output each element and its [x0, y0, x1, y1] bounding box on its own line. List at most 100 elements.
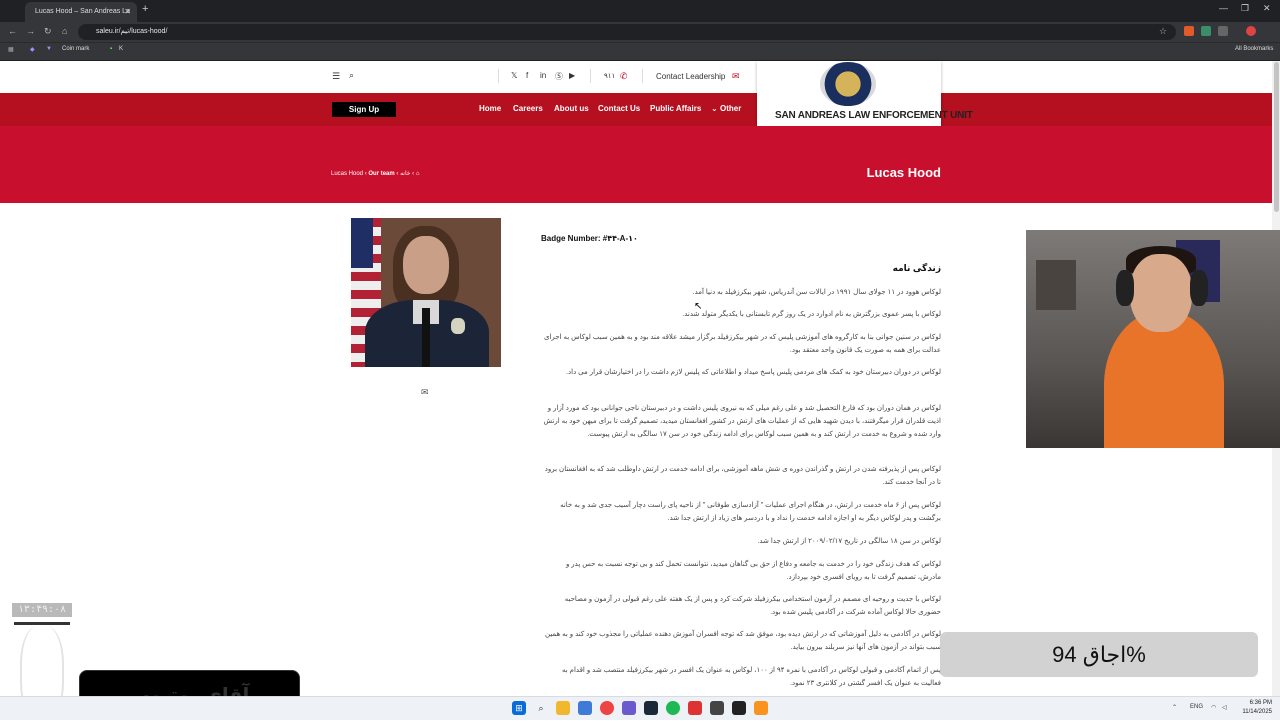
bio-paragraph: لوکاس با پسر عموی بزرگترش به نام ادوارد … — [682, 311, 941, 318]
bookmark-icon[interactable]: ◆ — [30, 46, 35, 53]
file-explorer-icon[interactable] — [556, 701, 570, 715]
home-icon[interactable]: ⌂ — [416, 171, 420, 177]
app-icon[interactable] — [688, 701, 702, 715]
spotify-icon[interactable] — [666, 701, 680, 715]
nav-contact-us[interactable]: Contact Us — [598, 104, 640, 113]
bookmark-coin-mark[interactable]: Coin mark — [62, 46, 89, 52]
linkedin-icon[interactable]: in — [540, 71, 546, 80]
maximize-button[interactable]: ❐ — [1241, 3, 1249, 14]
page-hero — [0, 126, 1272, 203]
forward-icon[interactable]: → — [26, 26, 35, 36]
bio-paragraph: لوکاس پس از ۶ ماه خدمت در ارتش، در هنگام… — [560, 502, 941, 522]
timer-overlay: ۱۳:۴۹:۰۸ — [12, 603, 72, 617]
app-icon[interactable] — [710, 701, 724, 715]
nav-other[interactable]: Other — [720, 104, 741, 113]
webcam-overlay — [1026, 230, 1280, 448]
tie-shape — [422, 308, 430, 367]
bookmark-k-icon[interactable]: ▪ — [110, 46, 112, 52]
headphone-left — [1116, 270, 1134, 306]
breadcrumb-current: Lucas Hood — [331, 171, 364, 177]
nav-careers[interactable]: Careers — [513, 104, 543, 113]
tray-chevron-icon[interactable]: ⌃ — [1172, 704, 1177, 711]
bio-paragraph: لوکاس در آکادمی به دلیل آموزشاتی که در ا… — [544, 631, 941, 651]
reload-icon[interactable]: ↻ — [44, 26, 52, 37]
all-bookmarks[interactable]: All Bookmarks — [1235, 46, 1273, 52]
tab-strip: Lucas Hood – San Andreas La ✕ + — ❐ ✕ — [0, 0, 1280, 22]
windows-taskbar: ⊞ ⌕ ⌃ ENG ◠ ◁ 6:36 PM 11/14/2025 — [0, 696, 1280, 720]
window-close-button[interactable]: ✕ — [1263, 3, 1271, 14]
address-bar-row: ← → ↻ ⌂ saleu.ir/تیم/lucas-hood/ ☆ — [0, 22, 1280, 42]
signup-button[interactable]: Sign Up — [332, 102, 396, 117]
breadcrumb-team[interactable]: Our team — [368, 171, 394, 177]
menu-icon[interactable]: ☰ — [332, 71, 340, 82]
home-browser-icon[interactable]: ⌂ — [62, 26, 67, 36]
steam-icon[interactable] — [644, 701, 658, 715]
tab-close-icon[interactable]: ✕ — [124, 2, 131, 22]
bio-paragraph: لوکاس در سن ۱۸ سالگی در تاریخ ۲۰۰۹/۰۲/۱۷… — [757, 538, 941, 545]
page-title: Lucas Hood — [866, 165, 941, 180]
apps-icon[interactable]: ▦ — [8, 46, 14, 53]
chevron-down-icon: ⌄ — [711, 104, 718, 113]
mail-icon[interactable]: ✉ — [732, 71, 740, 82]
breadcrumb-home[interactable]: خانه — [400, 171, 410, 177]
divider — [498, 69, 499, 83]
bio-paragraph: لوکاس با جدیت و روحیه ای مصمم در آزمون ا… — [564, 596, 941, 616]
state-seal-logo — [820, 62, 876, 106]
search-icon[interactable]: ⌕ — [534, 701, 548, 715]
skype-icon[interactable]: Ⓢ — [555, 71, 563, 82]
scrollbar-thumb[interactable] — [1274, 62, 1279, 212]
taskbar-clock[interactable]: 6:36 PM 11/14/2025 — [1236, 699, 1272, 717]
mail-icon[interactable]: ✉ — [421, 387, 429, 398]
tray-lang[interactable]: ENG — [1190, 704, 1203, 710]
bookmark-k[interactable]: K — [119, 46, 123, 52]
volume-icon[interactable]: ◁ — [1222, 704, 1227, 711]
percent-overlay: اجاق 94% — [940, 632, 1258, 677]
extension-icon[interactable] — [1218, 26, 1228, 36]
wifi-icon[interactable]: ◠ — [1211, 704, 1216, 711]
chrome-icon[interactable] — [600, 701, 614, 715]
bio-paragraph: لوکاس در دوران دبیرستان خود به کمک های م… — [566, 369, 941, 376]
nav-about-us[interactable]: About us — [554, 104, 589, 113]
tab-title: Lucas Hood – San Andreas La — [35, 8, 130, 15]
minimize-button[interactable]: — — [1219, 3, 1228, 13]
bio-paragraph: لوکاس در همان دوران بود که فارغ التحصیل … — [543, 405, 941, 438]
x-icon[interactable]: 𝕏 — [511, 71, 517, 80]
profile-avatar[interactable] — [1246, 26, 1256, 36]
shelf-shape — [1036, 260, 1076, 310]
mouse-cursor-icon: ↖ — [694, 301, 703, 312]
facebook-icon[interactable]: f — [526, 71, 528, 80]
bio-paragraph: لوکاس که هدف زندگی خود را در خدمت به جام… — [565, 561, 941, 581]
phone-icon[interactable]: ✆ — [620, 71, 628, 82]
phone-number[interactable]: ۹۱۱ — [604, 72, 615, 80]
contact-leadership-link[interactable]: Contact Leadership — [656, 72, 725, 81]
extension-icon[interactable] — [1201, 26, 1211, 36]
police-badge-shape — [451, 318, 465, 334]
bio-paragraph: پس از اتمام آکادمی و قبولی لوکاس در آکاد… — [561, 667, 941, 687]
clock-date: 11/14/2025 — [1242, 709, 1272, 715]
discord-icon[interactable] — [622, 701, 636, 715]
url-text: saleu.ir/تیم/lucas-hood/ — [96, 28, 168, 35]
app-icon[interactable] — [754, 701, 768, 715]
breadcrumb: Lucas Hood ‹ Our team ‹ خانه ‹ ⌂ — [331, 171, 420, 177]
windows-start-icon[interactable]: ⊞ — [512, 701, 526, 715]
person-face — [1130, 254, 1192, 332]
search-icon[interactable]: ⌕ — [349, 70, 354, 81]
app-icon[interactable] — [578, 701, 592, 715]
bio-paragraph: لوکاس در سنین جوانی بنا به کارگروه های آ… — [543, 334, 941, 354]
browser-tab[interactable]: Lucas Hood – San Andreas La ✕ — [25, 2, 137, 22]
star-icon[interactable]: ☆ — [1159, 26, 1167, 37]
extension-icon[interactable] — [1184, 26, 1194, 36]
officer-portrait — [351, 218, 501, 367]
logo-text: SAN ANDREAS LAW ENFORCEMENT UNIT — [775, 110, 973, 121]
hourglass-cap — [14, 622, 70, 625]
back-icon[interactable]: ← — [8, 26, 17, 36]
terminal-icon[interactable] — [732, 701, 746, 715]
badge-number: Badge Number: #۴۴-A-۱۰ — [541, 234, 638, 243]
bookmark-icon[interactable]: ▼ — [46, 46, 52, 52]
url-field[interactable]: saleu.ir/تیم/lucas-hood/ — [78, 24, 1176, 40]
new-tab-button[interactable]: + — [142, 3, 148, 15]
youtube-icon[interactable]: ▶ — [569, 71, 575, 80]
face-shape — [403, 236, 449, 294]
nav-home[interactable]: Home — [479, 104, 501, 113]
nav-public-affairs[interactable]: Public Affairs — [650, 104, 701, 113]
